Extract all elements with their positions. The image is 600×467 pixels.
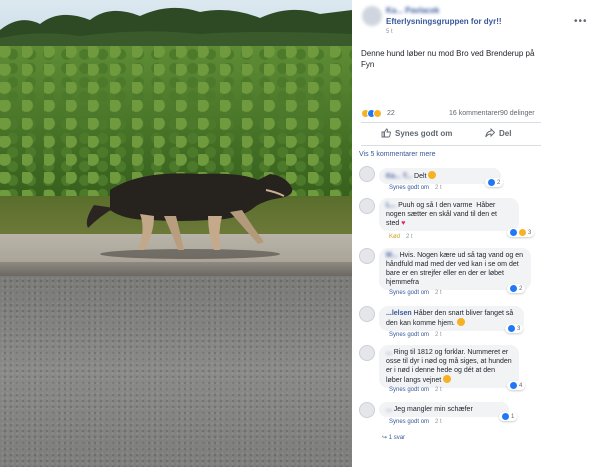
emoji-icon: [428, 171, 437, 179]
share-button[interactable]: Del: [485, 128, 511, 138]
dog-figure: [86, 173, 293, 259]
divider: [361, 145, 541, 146]
post-text: Denne hund løber nu mod Bro ved Brenderu…: [361, 49, 535, 69]
comment-actions: Synes godt om 2 t: [389, 290, 442, 296]
post-panel: Ka... Pavlacek Efterlysningsgruppen for …: [352, 0, 600, 467]
heart-icon: ♥: [401, 220, 406, 227]
comment-author[interactable]: L...: [386, 202, 396, 209]
tree-line: [0, 7, 352, 48]
emoji-icon: [456, 318, 465, 326]
divider: [361, 122, 541, 123]
comment-reactions[interactable]: 1: [499, 412, 518, 421]
post-timestamp[interactable]: 5 t: [386, 29, 393, 35]
group-name[interactable]: Efterlysningsgruppen for dyr!!: [386, 17, 502, 26]
emoji-icon: [443, 375, 452, 383]
post-photo[interactable]: [0, 0, 352, 467]
comment-time[interactable]: 2 t: [435, 419, 442, 425]
avatar[interactable]: [362, 6, 382, 26]
more-options-icon[interactable]: •••: [574, 16, 588, 27]
commenter-avatar[interactable]: [359, 402, 375, 418]
reaction-count: 3: [517, 325, 521, 332]
comment-time[interactable]: 2 t: [435, 387, 442, 393]
comment-time[interactable]: 2 t: [435, 290, 442, 296]
comment-bubble: Ka... T... Delt: [379, 168, 501, 184]
comment-like-link[interactable]: Synes godt om: [389, 290, 429, 296]
comment-actions: Synes godt om 2 t: [389, 332, 442, 338]
comment-text: Delt: [414, 173, 427, 180]
like-label: Synes godt om: [395, 128, 453, 138]
reaction-count: 4: [519, 382, 523, 389]
comment-author[interactable]: ...: [386, 349, 392, 356]
reaction-icons[interactable]: [361, 109, 382, 118]
commenter-avatar[interactable]: [359, 306, 375, 322]
comment-reactions[interactable]: 3: [507, 228, 535, 237]
comment-bubble: ...lelsen Håber den snart bliver fanget …: [379, 306, 524, 331]
comment-reactions[interactable]: 4: [507, 381, 526, 390]
comment-bubble: L... Puuh og så I den varme Håber nogen …: [379, 198, 519, 231]
comment-text: Jeg mangler min schæfer: [393, 406, 473, 413]
replies-link[interactable]: ↪ 1 svar: [382, 434, 405, 441]
post-stats: 22 16 kommentarer 90 delinger: [361, 108, 591, 120]
curb: [0, 262, 352, 276]
comment-actions: Synes godt om 2 t: [389, 419, 442, 425]
replies-label: 1 svar: [388, 435, 406, 441]
reaction-count[interactable]: 22: [387, 110, 395, 117]
comment-bubble: ... Ring til 1812 og forklar. Nummeret e…: [379, 345, 519, 388]
comment-like-link[interactable]: Synes godt om: [389, 332, 429, 338]
comment-time[interactable]: 2 t: [435, 185, 442, 191]
comment-author[interactable]: Ka... T...: [386, 173, 412, 180]
comment-like-link[interactable]: Synes godt om: [389, 419, 429, 425]
comments-count[interactable]: 16 kommentarer: [449, 110, 500, 117]
post-header: Ka... Pavlacek Efterlysningsgruppen for …: [352, 0, 600, 40]
shares-count[interactable]: 90 delinger: [500, 110, 535, 117]
commenter-avatar[interactable]: [359, 248, 375, 264]
author-name[interactable]: Ka... Pavlacek: [386, 6, 439, 15]
comment-actions: Synes godt om 2 t: [389, 185, 442, 191]
comment-reactions[interactable]: 2: [507, 284, 526, 293]
comment-reactions[interactable]: 2: [485, 178, 504, 187]
reaction-count: 2: [519, 285, 523, 292]
comment-text: Hvis. Nogen kære ud så tag vand og en hå…: [386, 252, 523, 286]
comment-actions: Kød 2 t: [389, 234, 413, 240]
post-actions: Synes godt om Del: [361, 125, 541, 143]
comment-like-link[interactable]: Kød: [389, 234, 400, 240]
like-button[interactable]: Synes godt om: [381, 128, 452, 138]
comment-reactions[interactable]: 3: [505, 324, 524, 333]
commenter-avatar[interactable]: [359, 198, 375, 214]
view-more-comments[interactable]: Vis 5 kommentarer mere: [359, 151, 436, 158]
comment-actions: Synes godt om 2 t: [389, 387, 442, 393]
road: [0, 276, 352, 467]
comment-author[interactable]: ...lelsen: [386, 310, 412, 317]
comment-author[interactable]: ...: [386, 406, 392, 413]
comment-bubble: ... Jeg mangler min schæfer: [379, 402, 509, 417]
reaction-count: 3: [528, 229, 532, 236]
wow-icon: [373, 109, 382, 118]
reaction-count: 1: [511, 413, 515, 420]
commenter-avatar[interactable]: [359, 345, 375, 361]
comment-author[interactable]: M...: [386, 252, 398, 259]
thumbs-up-icon: [381, 128, 391, 138]
share-icon: [485, 128, 495, 138]
comment-like-link[interactable]: Synes godt om: [389, 387, 429, 393]
share-label: Del: [499, 128, 512, 138]
comment-time[interactable]: 2 t: [406, 234, 413, 240]
reaction-count: 2: [497, 179, 501, 186]
comment-like-link[interactable]: Synes godt om: [389, 185, 429, 191]
commenter-avatar[interactable]: [359, 166, 375, 182]
comment-time[interactable]: 2 t: [435, 332, 442, 338]
